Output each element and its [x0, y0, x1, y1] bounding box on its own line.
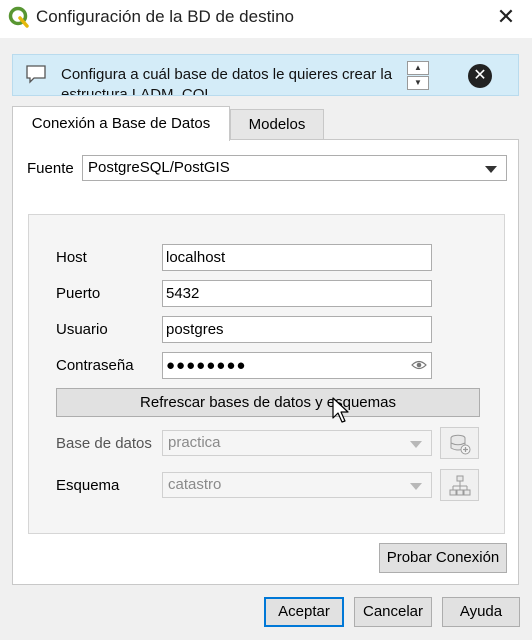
window-title: Configuración de la BD de destino [36, 7, 294, 26]
password-mask: ●●●●●●●● [166, 357, 247, 374]
chevron-down-icon [410, 483, 422, 490]
help-button[interactable]: Ayuda [442, 597, 520, 627]
info-banner: Configura a cuál base de datos le quiere… [12, 54, 519, 96]
port-input-value: 5432 [166, 285, 200, 302]
connection-settings-group: Host localhost Puerto 5432 Usuario postg… [28, 214, 505, 534]
tab-database-connection[interactable]: Conexión a Base de Datos [12, 106, 230, 141]
title-bar: Configuración de la BD de destino ✕ [0, 0, 532, 38]
scroll-down-button[interactable]: ▼ [407, 76, 429, 90]
create-schema-button[interactable] [440, 469, 479, 501]
test-connection-button[interactable]: Probar Conexión [379, 543, 507, 573]
banner-scroll-spinner[interactable]: ▲ ▼ [407, 61, 429, 91]
host-input-value: localhost [166, 249, 226, 266]
show-password-eye-icon[interactable] [411, 359, 427, 371]
dismiss-banner-button[interactable]: ✕ [468, 64, 492, 88]
source-select-value: PostgreSQL/PostGIS [88, 159, 230, 176]
database-add-icon [450, 434, 471, 455]
schema-select-value: catastro [168, 476, 222, 493]
banner-message: Configura a cuál base de datos le quiere… [61, 66, 393, 95]
schema-tree-icon [449, 475, 471, 496]
host-input[interactable]: localhost [162, 244, 432, 271]
refresh-databases-schemas-button[interactable]: Refrescar bases de datos y esquemas [56, 388, 480, 417]
password-input[interactable]: ●●●●●●●● [162, 352, 432, 379]
chevron-down-icon [410, 441, 422, 448]
user-input-value: postgres [166, 321, 224, 338]
tab-models[interactable]: Modelos [230, 109, 324, 140]
host-label: Host [56, 249, 87, 266]
chevron-down-icon [485, 166, 497, 173]
user-input[interactable]: postgres [162, 316, 432, 343]
create-database-button[interactable] [440, 427, 479, 459]
window-close-button[interactable]: ✕ [488, 2, 524, 34]
password-label: Contraseña [56, 357, 134, 374]
accept-button[interactable]: Aceptar [264, 597, 344, 627]
database-select[interactable]: practica [162, 430, 432, 456]
source-label: Fuente [27, 160, 74, 177]
message-icon [26, 65, 46, 84]
qgis-logo-icon [8, 6, 29, 28]
database-label: Base de datos [56, 435, 152, 452]
schema-label: Esquema [56, 477, 120, 494]
scroll-up-button[interactable]: ▲ [407, 61, 429, 75]
connection-panel: Fuente PostgreSQL/PostGIS Host localhost… [12, 139, 519, 585]
cancel-button[interactable]: Cancelar [354, 597, 432, 627]
port-label: Puerto [56, 285, 101, 302]
user-label: Usuario [56, 321, 108, 338]
port-input[interactable]: 5432 [162, 280, 432, 307]
database-select-value: practica [168, 434, 221, 451]
source-select[interactable]: PostgreSQL/PostGIS [82, 155, 507, 181]
schema-select[interactable]: catastro [162, 472, 432, 498]
